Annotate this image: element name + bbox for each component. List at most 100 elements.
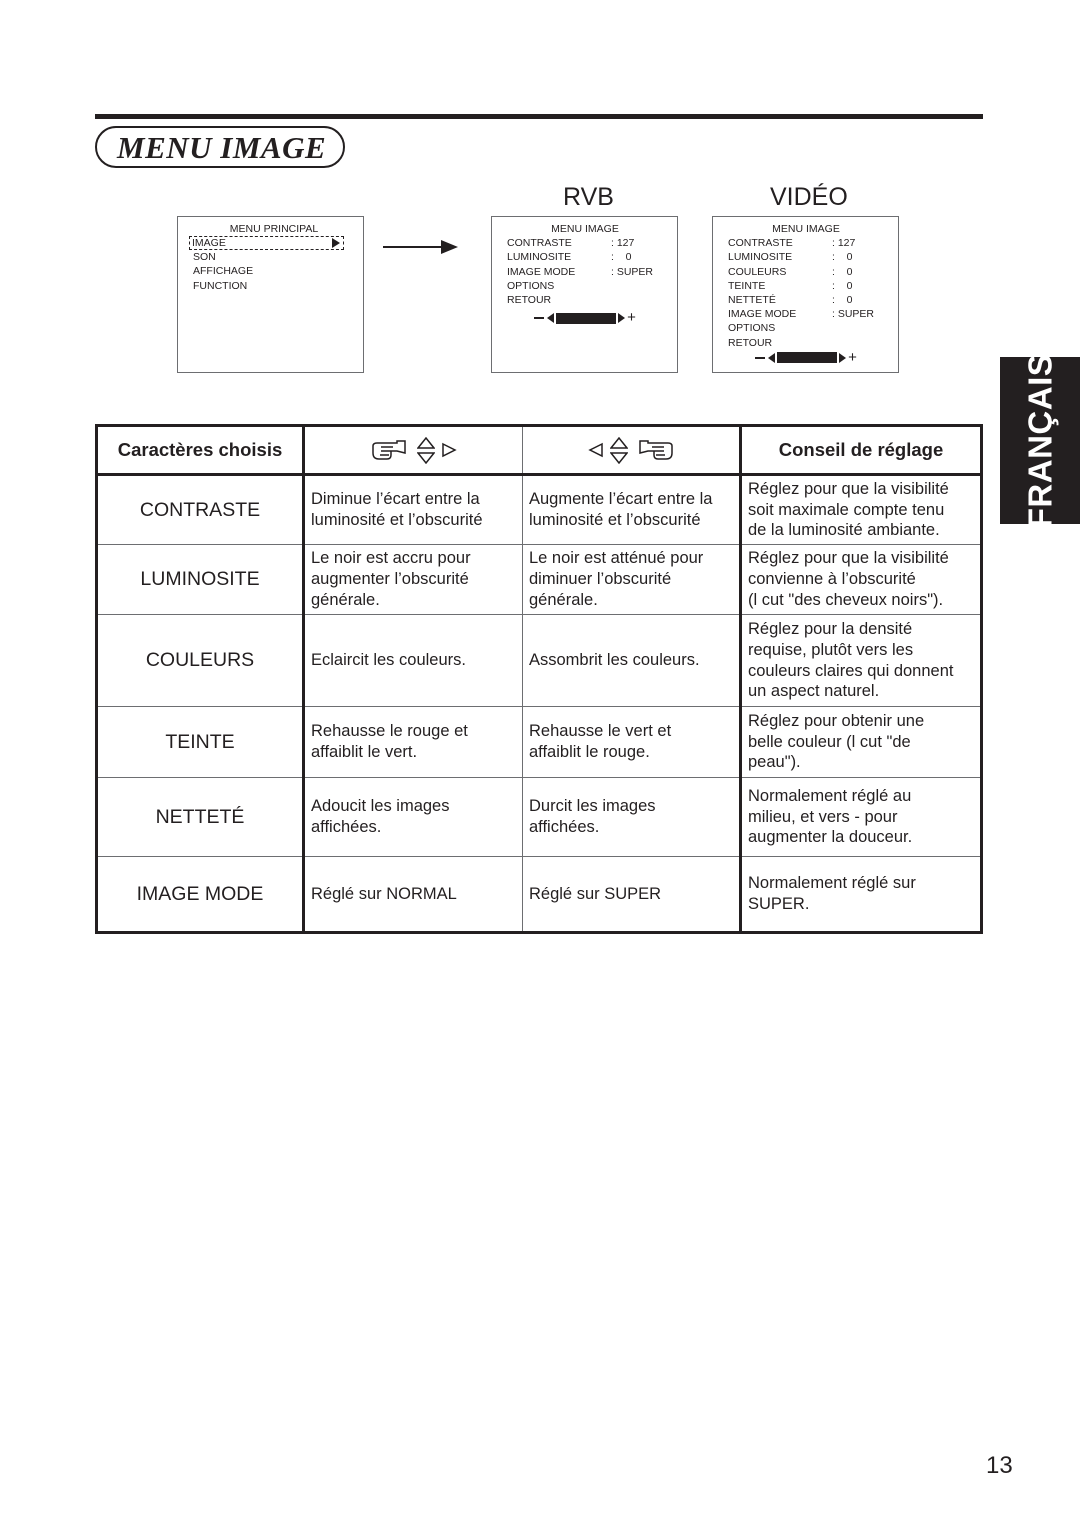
slider-fill: [556, 312, 617, 324]
osd-row-value: : 0: [611, 251, 632, 264]
adjustment-advice-line: Réglez pour que la visibilité: [748, 479, 949, 498]
decrease-effect: Le noir est accru pour augmenter l’obscur…: [303, 544, 523, 615]
up-down-arrows-icon: [416, 436, 435, 464]
decrease-effect-line: augmenter l’obscurité: [311, 570, 469, 589]
increase-effect-line: Augmente l’écart entre la: [529, 490, 713, 509]
left-triangle-icon: [588, 442, 603, 458]
increase-effect: Le noir est atténué pour diminuer l’obscu…: [522, 544, 742, 615]
increase-effect: Augmente l’écart entre la luminosité et l…: [522, 474, 742, 545]
osd-row: COULEURS: 0: [728, 265, 898, 279]
osd-row-value: : SUPER: [611, 265, 654, 278]
osd-row: NETTETÉ: 0: [728, 293, 898, 307]
setting-name: NETTETÉ: [96, 777, 305, 857]
right-triangle-icon: [441, 442, 457, 458]
table-row: NETTETÉ Adoucit les images affichées. Durci…: [96, 777, 982, 857]
adjustment-advice: Normalement réglé au milieu, et vers - po…: [740, 777, 982, 857]
section-title-badge: MENU IMAGE: [95, 126, 345, 168]
increase-effect-line: Rehausse le vert et: [529, 722, 672, 741]
setting-name: LUMINOSITE: [96, 544, 305, 615]
osd-row-label: IMAGE MODE: [728, 308, 797, 321]
osd-row-label: TEINTE: [728, 279, 766, 292]
osd-rgb-image-menu: MENU IMAGE CONTRASTE: 127 LUMINOSITE: 0 IM…: [491, 216, 678, 373]
decrease-effect-line: Réglé sur NORMAL: [311, 884, 457, 903]
left-arrow-icon: [547, 313, 555, 324]
adjustment-advice-line: Réglez pour la densité: [748, 619, 913, 638]
pointing-hand-right-icon: [371, 440, 406, 460]
adjustment-advice-line: SUPER.: [748, 895, 810, 913]
osd-row-label: CONTRASTE: [728, 237, 793, 250]
increase-effect: Rehausse le vert et affaiblit le rouge.: [522, 706, 742, 778]
increase-effect: Assombrit les couleurs.: [522, 614, 742, 707]
decrease-effect: Réglé sur NORMAL: [303, 856, 523, 933]
video-column-heading: VIDÉO: [770, 183, 848, 211]
osd-row-value: : 127: [611, 237, 635, 250]
decrease-effect-line: Diminue l’écart entre la: [311, 490, 480, 509]
osd-main-item: IMAGE: [189, 236, 344, 251]
header-decrease: [303, 425, 523, 476]
osd-row-value: : 0: [832, 279, 853, 292]
table-row: LUMINOSITE Le noir est accru pour augmente…: [96, 544, 982, 615]
header-increase: [522, 425, 742, 476]
osd-row-value: : SUPER: [832, 308, 875, 321]
minus-icon: [755, 357, 766, 359]
increase-effect-line: luminosité et l’obscurité: [529, 511, 701, 529]
osd-main-item: AFFICHAGE: [193, 265, 254, 278]
osd-row-value: : 127: [832, 237, 856, 250]
adjustment-table: Caractères choisis Conseil de réglage CO…: [95, 424, 983, 934]
osd-row: OPTIONS: [507, 279, 677, 293]
adjustment-advice: Réglez pour la densité requise, plutôt ve…: [740, 614, 982, 707]
increase-effect: Réglé sur SUPER: [522, 856, 742, 933]
osd-video-header: MENU IMAGE: [772, 223, 840, 235]
osd-row: IMAGE MODE : SUPER: [507, 265, 677, 279]
osd-row: RETOUR: [728, 336, 898, 350]
adjustment-advice-line: augmenter la douceur.: [748, 828, 913, 847]
adjustment-advice-line: (l cut "des cheveux noirs").: [748, 590, 944, 609]
setting-name: IMAGE MODE: [96, 856, 305, 933]
osd-row-value: : 0: [832, 251, 853, 264]
slider-fill: [777, 352, 838, 364]
adjustment-advice-line: requise, plutôt vers les: [748, 640, 914, 659]
osd-row: LUMINOSITE: 0: [728, 250, 898, 264]
arrow-right-icon: [383, 240, 458, 254]
setting-name: COULEURS: [96, 614, 305, 707]
increase-effect-line: générale.: [529, 590, 598, 609]
osd-video-slider: +: [728, 348, 898, 366]
adjustment-advice-line: convienne à l’obscurité: [748, 570, 916, 589]
plus-icon: +: [627, 309, 636, 327]
increase-effect-line: Le noir est atténué pour: [529, 549, 704, 568]
adjustment-advice: Réglez pour que la visibilité convienne à…: [740, 544, 982, 615]
decrease-effect-line: Adoucit les images: [311, 797, 450, 816]
pointing-hand-left-icon: [639, 440, 673, 460]
osd-row-label: IMAGE MODE: [507, 265, 576, 278]
decrease-effect-line: affaiblit le vert.: [311, 743, 418, 761]
minus-icon: [534, 317, 545, 319]
language-tab-label: FRANÇAIS: [1021, 353, 1058, 528]
table-row: IMAGE MODE Réglé sur NORMAL Réglé sur SUPE…: [96, 856, 982, 933]
osd-rgb-slider: +: [507, 309, 677, 327]
osd-row: OPTIONS: [728, 321, 898, 335]
header-item: Caractères choisis: [96, 425, 305, 476]
adjustment-advice: Normalement réglé sur SUPER.: [740, 856, 982, 933]
setting-name: TEINTE: [96, 706, 305, 778]
adjustment-advice-line: peau").: [748, 753, 801, 772]
table-row: TEINTE Rehausse le rouge et affaiblit le v…: [96, 706, 982, 778]
osd-row: LUMINOSITE: 0: [507, 250, 677, 264]
osd-main-item: SON: [193, 251, 216, 264]
adjustment-advice-line: Normalement réglé au: [748, 786, 912, 805]
osd-row: TEINTE : 0: [728, 279, 898, 293]
osd-main-menu: MENU PRINCIPAL IMAGE SON AFFICHAGE FUNCTION: [177, 216, 364, 373]
submenu-arrow-icon: [332, 238, 340, 249]
osd-row: CONTRASTE : 127: [728, 236, 898, 250]
adjustment-advice: Réglez pour que la visibilité soit maxima…: [740, 474, 982, 545]
osd-row-value: : 0: [832, 265, 853, 278]
right-arrow-icon: [839, 352, 847, 363]
osd-row-label: OPTIONS: [728, 322, 776, 335]
plus-icon: +: [848, 348, 857, 366]
decrease-effect: Diminue l’écart entre la luminosité et l’…: [303, 474, 523, 545]
increase-effect-line: Assombrit les couleurs.: [529, 651, 700, 670]
setting-name: CONTRASTE: [96, 474, 305, 545]
table-row: COULEURS Eclaircit les couleurs. Assombrit…: [96, 614, 982, 707]
adjustment-advice-line: Normalement réglé sur: [748, 874, 916, 893]
osd-row: RETOUR: [507, 293, 677, 307]
top-rule: [95, 114, 983, 119]
